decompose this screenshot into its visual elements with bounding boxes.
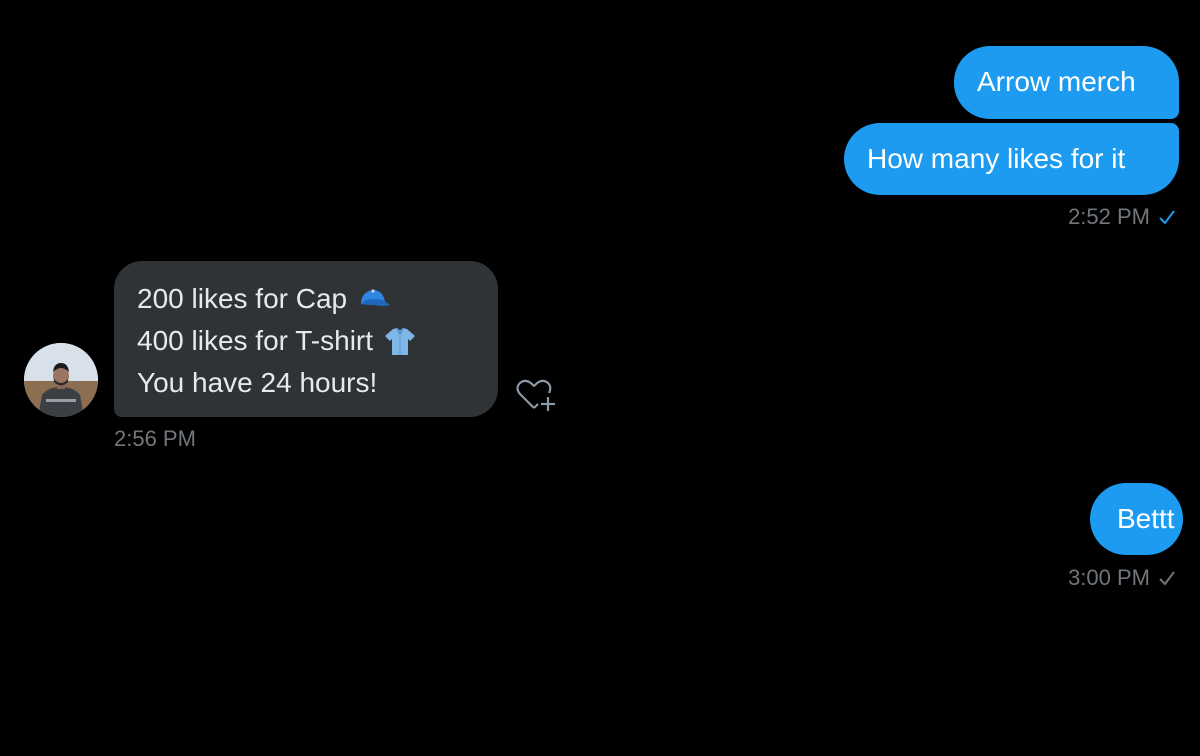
message-line: You have 24 hours! [137, 362, 498, 404]
message-line: 400 likes for T-shirt [137, 320, 498, 362]
message-time: 2:56 PM [114, 426, 196, 451]
message-text: You have 24 hours! [137, 367, 378, 398]
message-text: How many likes for it [867, 143, 1126, 174]
outgoing-message-bubble[interactable]: How many likes for it [844, 123, 1179, 195]
message-time: 3:00 PM [1068, 565, 1150, 590]
message-text: Bettt [1117, 503, 1175, 534]
message-time: 2:52 PM [1068, 204, 1150, 229]
conversation-view: Arrow merch How many likes for it 2:52 P… [0, 0, 1200, 756]
check-icon [1159, 571, 1175, 586]
outgoing-message-bubble[interactable]: Bettt [1090, 483, 1183, 555]
outgoing-message-bubble[interactable]: Arrow merch [954, 46, 1179, 119]
message-text: 200 likes for Cap [137, 283, 348, 314]
message-text: Arrow merch [977, 66, 1136, 97]
message-meta: 3:00 PM [1068, 565, 1176, 591]
check-icon [1159, 210, 1175, 225]
message-line: 200 likes for Cap [137, 278, 498, 320]
shirt-emoji [385, 327, 416, 355]
heart-plus-icon[interactable] [512, 376, 558, 416]
message-meta: 2:56 PM [114, 426, 196, 452]
incoming-message-bubble[interactable]: 200 likes for Cap 400 likes for T-shirt … [114, 261, 498, 417]
avatar[interactable] [24, 343, 98, 417]
cap-emoji [361, 289, 391, 306]
message-text: 400 likes for T-shirt [137, 325, 374, 356]
message-meta: 2:52 PM [1068, 204, 1176, 230]
